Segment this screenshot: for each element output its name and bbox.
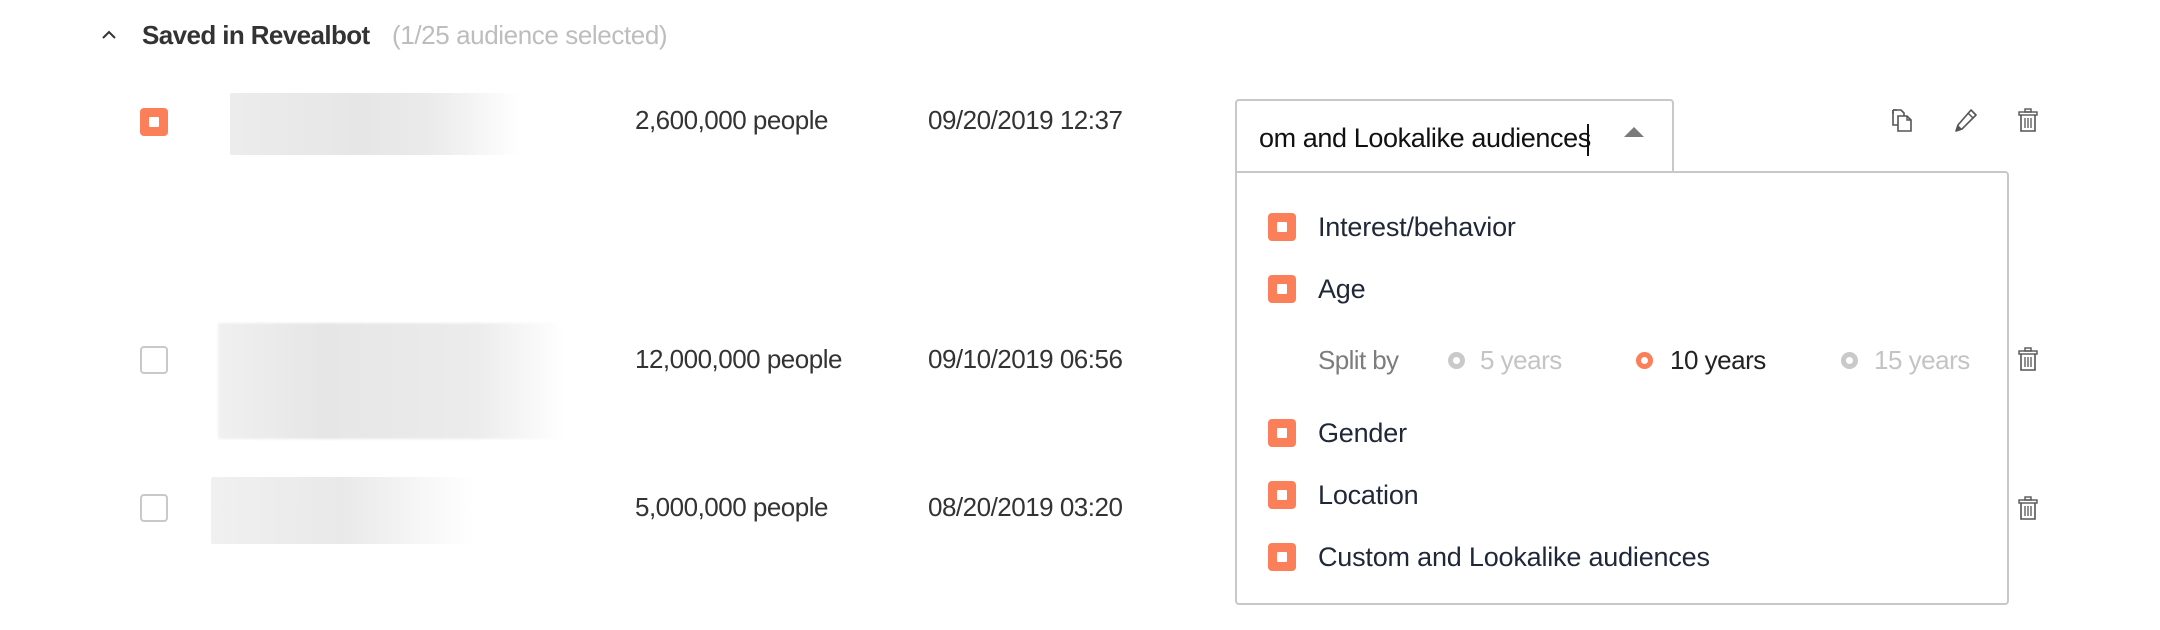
option-checkbox[interactable] xyxy=(1268,275,1296,303)
option-checkbox[interactable] xyxy=(1268,419,1296,447)
option-label: Age xyxy=(1318,274,1366,304)
audience-name-redacted xyxy=(218,323,564,439)
option-label: Custom and Lookalike audiences xyxy=(1318,542,1710,572)
split-by-select[interactable]: om and Lookalike audiences xyxy=(1235,99,1674,173)
trash-icon xyxy=(2018,347,2038,371)
audience-checkbox[interactable] xyxy=(140,346,168,374)
radio-label-15-years[interactable]: 15 years xyxy=(1874,343,1970,377)
audience-date: 09/10/2019 06:56 xyxy=(928,344,1123,374)
option-checkbox[interactable] xyxy=(1268,543,1296,571)
delete-button[interactable] xyxy=(2015,346,2041,372)
chevron-up-icon xyxy=(102,30,116,39)
copy-icon xyxy=(1892,109,1912,132)
option-checkbox[interactable] xyxy=(1268,213,1296,241)
audience-name-redacted xyxy=(230,93,520,155)
audience-checkbox[interactable] xyxy=(140,108,168,136)
delete-button[interactable] xyxy=(2015,107,2041,133)
pencil-icon xyxy=(1955,109,1977,132)
radio-10-years[interactable] xyxy=(1636,352,1653,369)
audience-size: 2,600,000 people xyxy=(635,105,828,135)
audience-size: 12,000,000 people xyxy=(635,344,842,374)
edit-button[interactable] xyxy=(1953,107,1979,133)
trash-icon xyxy=(2018,108,2038,132)
option-label: Location xyxy=(1318,480,1419,510)
audience-checkbox[interactable] xyxy=(140,494,168,522)
trash-icon xyxy=(2018,496,2038,520)
radio-15-years[interactable] xyxy=(1841,352,1858,369)
collapse-section-toggle[interactable] xyxy=(100,24,118,46)
text-cursor xyxy=(1586,123,1589,156)
audience-date: 09/20/2019 12:37 xyxy=(928,105,1123,135)
audience-name-redacted xyxy=(211,477,473,544)
option-label: Gender xyxy=(1318,418,1407,448)
audience-date: 08/20/2019 03:20 xyxy=(928,492,1123,522)
caret-up-icon[interactable] xyxy=(1624,127,1644,137)
audience-size: 5,000,000 people xyxy=(635,492,828,522)
option-label: Interest/behavior xyxy=(1318,212,1516,242)
radio-label-10-years[interactable]: 10 years xyxy=(1670,343,1766,377)
selection-count: (1/25 audience selected) xyxy=(392,20,668,50)
option-checkbox[interactable] xyxy=(1268,481,1296,509)
select-input-text: om and Lookalike audiences xyxy=(1259,123,1591,153)
delete-button[interactable] xyxy=(2015,495,2041,521)
split-by-select-value[interactable]: om and Lookalike audiences xyxy=(1259,121,1591,156)
radio-label-5-years[interactable]: 5 years xyxy=(1480,343,1562,377)
age-split-by-row: Split by 5 years 10 years 15 years xyxy=(1318,343,2008,377)
split-by-dropdown-menu: Interest/behavior Age Split by 5 years 1… xyxy=(1235,171,2009,605)
split-by-label: Split by xyxy=(1318,345,1399,375)
radio-5-years[interactable] xyxy=(1448,352,1465,369)
copy-button[interactable] xyxy=(1889,107,1915,133)
section-title: Saved in Revealbot xyxy=(142,20,370,50)
